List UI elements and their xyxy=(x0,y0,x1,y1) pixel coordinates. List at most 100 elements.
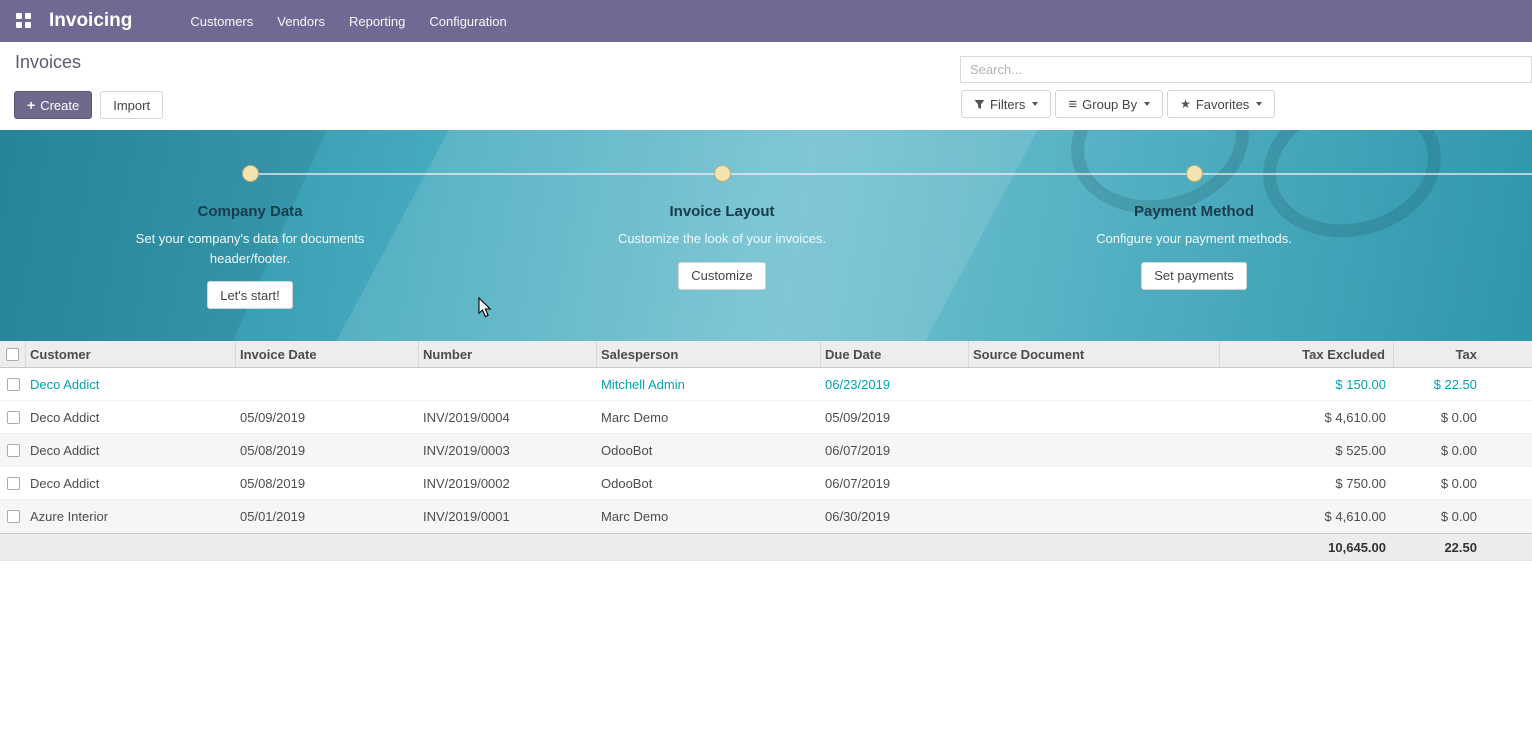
step-title: Company Data xyxy=(197,203,302,220)
cell-due-date: 06/23/2019 xyxy=(821,368,969,400)
table-row[interactable]: Deco Addict 05/08/2019 INV/2019/0003 Odo… xyxy=(0,434,1532,467)
lets-start-button[interactable]: Let's start! xyxy=(207,281,293,309)
row-checkbox[interactable] xyxy=(7,444,20,457)
cell-invoice-date: 05/09/2019 xyxy=(236,401,419,433)
chevron-down-icon xyxy=(1032,102,1038,106)
cell-tax-excluded: $ 750.00 xyxy=(1220,467,1394,499)
action-buttons: + Create Import xyxy=(14,91,163,119)
cell-invoice-date xyxy=(236,368,419,400)
row-checkbox-cell xyxy=(0,467,26,499)
cell-salesperson: OdooBot xyxy=(597,467,821,499)
set-payments-button[interactable]: Set payments xyxy=(1141,262,1247,290)
onboarding-banner: Company Data Set your company's data for… xyxy=(0,130,1532,341)
import-button-label: Import xyxy=(113,98,150,113)
chevron-down-icon xyxy=(1256,102,1262,106)
invoice-list-view: Customer Invoice Date Number Salesperson… xyxy=(0,341,1532,561)
filters-button[interactable]: Filters xyxy=(961,90,1051,118)
create-button-label: Create xyxy=(40,98,79,113)
row-checkbox[interactable] xyxy=(7,510,20,523)
step-description: Set your company's data for documents he… xyxy=(130,229,370,268)
column-number[interactable]: Number xyxy=(419,341,597,367)
invoice-table-body: Deco Addict Mitchell Admin 06/23/2019 $ … xyxy=(0,368,1532,533)
plus-icon: + xyxy=(27,98,35,112)
cell-source-document xyxy=(969,467,1220,499)
group-by-button[interactable]: ≡ Group By xyxy=(1055,90,1163,118)
apps-grid-icon[interactable] xyxy=(16,13,32,29)
cell-customer[interactable]: Deco Addict xyxy=(26,368,236,400)
cell-customer[interactable]: Deco Addict xyxy=(26,401,236,433)
cell-invoice-date: 05/08/2019 xyxy=(236,434,419,466)
table-row[interactable]: Deco Addict 05/08/2019 INV/2019/0002 Odo… xyxy=(0,467,1532,500)
row-checkbox[interactable] xyxy=(7,477,20,490)
cell-tax: $ 22.50 xyxy=(1394,368,1532,400)
star-icon: ★ xyxy=(1180,98,1191,110)
create-button[interactable]: + Create xyxy=(14,91,92,119)
step-dot xyxy=(1186,165,1203,182)
cell-salesperson: Marc Demo xyxy=(597,401,821,433)
import-button[interactable]: Import xyxy=(100,91,163,119)
row-checkbox-cell xyxy=(0,401,26,433)
favorites-button[interactable]: ★ Favorites xyxy=(1167,90,1275,118)
menu-customers[interactable]: Customers xyxy=(188,1,255,42)
header-checkbox-cell xyxy=(0,341,26,367)
table-footer: 10,645.00 22.50 xyxy=(0,533,1532,561)
favorites-button-label: Favorites xyxy=(1196,97,1249,112)
column-due-date[interactable]: Due Date xyxy=(821,341,969,367)
filters-button-label: Filters xyxy=(990,97,1025,112)
cell-source-document xyxy=(969,500,1220,532)
control-panel: Invoices + Create Import Filters ≡ Group… xyxy=(0,42,1532,130)
cell-number: INV/2019/0001 xyxy=(419,500,597,532)
cell-source-document xyxy=(969,401,1220,433)
app-name[interactable]: Invoicing xyxy=(49,10,132,32)
navbar-menu: Customers Vendors Reporting Configuratio… xyxy=(188,1,508,42)
chevron-down-icon xyxy=(1144,102,1150,106)
total-tax: 22.50 xyxy=(1394,534,1532,560)
column-salesperson[interactable]: Salesperson xyxy=(597,341,821,367)
column-tax-excluded[interactable]: Tax Excluded xyxy=(1220,341,1394,367)
row-checkbox[interactable] xyxy=(7,411,20,424)
table-row[interactable]: Azure Interior 05/01/2019 INV/2019/0001 … xyxy=(0,500,1532,533)
cell-salesperson: Marc Demo xyxy=(597,500,821,532)
step-description: Customize the look of your invoices. xyxy=(618,229,826,249)
column-invoice-date[interactable]: Invoice Date xyxy=(236,341,419,367)
cell-invoice-date: 05/01/2019 xyxy=(236,500,419,532)
onboarding-step-payment-method: Payment Method Configure your payment me… xyxy=(1034,165,1354,290)
cell-number: INV/2019/0003 xyxy=(419,434,597,466)
row-checkbox-cell xyxy=(0,434,26,466)
cell-tax-excluded: $ 4,610.00 xyxy=(1220,500,1394,532)
cell-customer[interactable]: Deco Addict xyxy=(26,467,236,499)
customize-button[interactable]: Customize xyxy=(678,262,765,290)
cell-invoice-date: 05/08/2019 xyxy=(236,467,419,499)
cell-due-date: 06/30/2019 xyxy=(821,500,969,532)
search-input[interactable] xyxy=(960,56,1532,83)
column-tax[interactable]: Tax xyxy=(1394,341,1532,367)
step-dot xyxy=(714,165,731,182)
onboarding-step-invoice-layout: Invoice Layout Customize the look of you… xyxy=(562,165,882,290)
cell-source-document xyxy=(969,368,1220,400)
funnel-icon xyxy=(974,99,985,110)
step-title: Invoice Layout xyxy=(669,203,774,220)
onboarding-step-company-data: Company Data Set your company's data for… xyxy=(90,165,410,309)
cell-customer[interactable]: Azure Interior xyxy=(26,500,236,532)
column-source-document[interactable]: Source Document xyxy=(969,341,1220,367)
cell-number: INV/2019/0002 xyxy=(419,467,597,499)
cell-due-date: 06/07/2019 xyxy=(821,434,969,466)
cell-salesperson: Mitchell Admin xyxy=(597,368,821,400)
row-checkbox-cell xyxy=(0,500,26,532)
menu-reporting[interactable]: Reporting xyxy=(347,1,407,42)
table-header: Customer Invoice Date Number Salesperson… xyxy=(0,341,1532,368)
cell-number xyxy=(419,368,597,400)
cell-tax: $ 0.00 xyxy=(1394,467,1532,499)
select-all-checkbox[interactable] xyxy=(6,348,19,361)
menu-vendors[interactable]: Vendors xyxy=(275,1,327,42)
table-row[interactable]: Deco Addict Mitchell Admin 06/23/2019 $ … xyxy=(0,368,1532,401)
cell-tax: $ 0.00 xyxy=(1394,401,1532,433)
cell-due-date: 05/09/2019 xyxy=(821,401,969,433)
step-title: Payment Method xyxy=(1134,203,1254,220)
table-row[interactable]: Deco Addict 05/09/2019 INV/2019/0004 Mar… xyxy=(0,401,1532,434)
cell-salesperson: OdooBot xyxy=(597,434,821,466)
menu-configuration[interactable]: Configuration xyxy=(427,1,508,42)
cell-customer[interactable]: Deco Addict xyxy=(26,434,236,466)
row-checkbox[interactable] xyxy=(7,378,20,391)
column-customer[interactable]: Customer xyxy=(26,341,236,367)
